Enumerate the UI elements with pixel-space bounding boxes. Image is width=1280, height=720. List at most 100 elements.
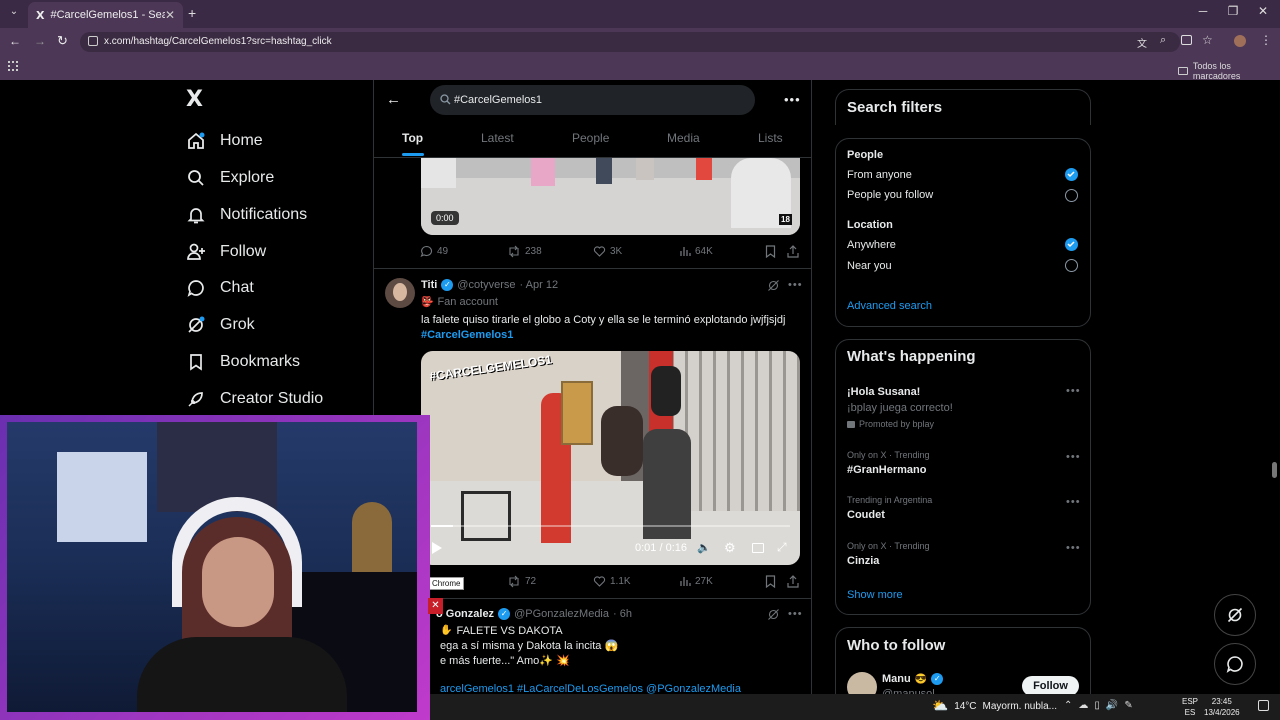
share-icon[interactable] xyxy=(787,245,799,258)
play-icon[interactable] xyxy=(432,542,442,554)
advanced-search-link[interactable]: Advanced search xyxy=(847,300,932,312)
like-button[interactable]: 1.1K xyxy=(593,575,631,588)
restore-window-button[interactable]: ❐ xyxy=(1218,4,1248,18)
messages-float-button[interactable] xyxy=(1214,643,1256,685)
hashtag-link[interactable]: #CarcelGemelos1 xyxy=(421,329,513,341)
new-tab-button[interactable]: + xyxy=(188,5,196,21)
tab-lists[interactable]: Lists xyxy=(758,131,783,145)
nav-home[interactable]: Home xyxy=(186,126,263,156)
clock[interactable]: 23:45 13/4/2026 xyxy=(1204,696,1240,718)
near-you-label[interactable]: Near you xyxy=(847,260,892,272)
tab-search-button[interactable]: ⌄ xyxy=(6,6,22,22)
back-icon[interactable]: ← xyxy=(9,34,21,48)
video-time-badge: 0:00 xyxy=(431,211,459,225)
reload-icon[interactable]: ↻ xyxy=(57,33,68,49)
apps-grid-icon[interactable] xyxy=(8,61,18,71)
bookmark-post-icon[interactable] xyxy=(765,575,776,588)
close-tab-icon[interactable]: ✕ xyxy=(165,8,175,22)
fullscreen-icon[interactable]: ⤢ xyxy=(777,540,787,555)
nav-follow[interactable]: Follow xyxy=(186,237,266,267)
nav-bookmarks[interactable]: Bookmarks xyxy=(186,347,300,377)
show-more-link[interactable]: Show more xyxy=(847,589,903,601)
views-count: 27K xyxy=(695,575,713,587)
anywhere-radio[interactable] xyxy=(1065,238,1078,251)
nav-creator-studio[interactable]: Creator Studio xyxy=(186,384,323,414)
language-indicator[interactable]: ESP ES xyxy=(1182,696,1198,718)
people-you-follow-label[interactable]: People you follow xyxy=(847,189,933,201)
post-date[interactable]: · 6h xyxy=(613,608,632,620)
close-window-button[interactable]: ✕ xyxy=(1248,4,1278,18)
author-handle[interactable]: @PGonzalezMedia xyxy=(514,608,609,620)
trend-more-icon[interactable]: ••• xyxy=(1066,385,1081,397)
minimize-window-button[interactable]: ─ xyxy=(1188,4,1218,18)
views-button[interactable]: 27K xyxy=(679,575,713,587)
volume-icon[interactable]: 🔈 xyxy=(697,541,711,554)
follow-button[interactable]: Follow xyxy=(1022,676,1079,696)
grok-post-icon[interactable] xyxy=(767,279,780,292)
repost-button[interactable]: 238 xyxy=(507,245,542,258)
forward-icon[interactable]: → xyxy=(34,34,46,48)
promoted-by: Promoted by bplay xyxy=(847,419,934,429)
from-anyone-radio[interactable] xyxy=(1065,168,1078,181)
repost-button[interactable]: 72 xyxy=(507,575,536,588)
share-icon[interactable] xyxy=(787,575,799,588)
like-button[interactable]: 3K xyxy=(593,245,622,258)
reply-button[interactable]: 49 xyxy=(420,245,448,258)
author-name[interactable]: o Gonzalez xyxy=(436,608,494,620)
nav-chat[interactable]: Chat xyxy=(186,273,254,303)
profile-avatar-icon[interactable] xyxy=(1234,35,1246,47)
nav-explore[interactable]: Explore xyxy=(186,163,274,193)
search-input[interactable]: #CarcelGemelos1 xyxy=(430,85,755,115)
author-name[interactable]: Titi xyxy=(421,279,437,291)
back-arrow-icon[interactable]: ← xyxy=(386,91,401,108)
install-app-icon[interactable] xyxy=(1181,35,1192,45)
zoom-icon[interactable]: ⌕ xyxy=(1160,34,1166,47)
trend-name[interactable]: Coudet xyxy=(847,509,885,521)
post2-video[interactable]: #CARCELGEMELOS1 xyxy=(421,351,800,565)
nav-notifications[interactable]: Notifications xyxy=(186,200,307,230)
promo-title[interactable]: ¡Hola Susana! xyxy=(847,386,920,398)
post1-video[interactable] xyxy=(421,158,800,235)
bookmark-post-icon[interactable] xyxy=(765,245,776,258)
tab-media[interactable]: Media xyxy=(667,131,700,145)
trend-name[interactable]: Cinzia xyxy=(847,555,879,567)
suggested-user[interactable]: Manu 😎 ✓ xyxy=(882,673,944,685)
browser-menu-icon[interactable]: ⋮ xyxy=(1260,33,1272,47)
more-options-icon[interactable]: ••• xyxy=(784,92,801,107)
tab-latest[interactable]: Latest xyxy=(481,131,514,145)
near-you-radio[interactable] xyxy=(1065,259,1078,272)
settings-gear-icon[interactable]: ⚙ xyxy=(724,540,736,556)
url-bar[interactable]: x.com/hashtag/CarcelGemelos1?src=hashtag… xyxy=(80,32,1180,52)
nav-grok[interactable]: Grok xyxy=(186,310,255,340)
grok-float-button[interactable] xyxy=(1214,594,1256,636)
page-scrollbar-thumb[interactable] xyxy=(1272,462,1277,478)
tab-top[interactable]: Top xyxy=(402,131,423,145)
anywhere-label[interactable]: Anywhere xyxy=(847,239,896,251)
post-date[interactable]: · Apr 12 xyxy=(520,279,559,291)
overlay-close-icon[interactable]: ✕ xyxy=(428,598,443,614)
post-more-icon[interactable]: ••• xyxy=(788,608,803,620)
notifications-tray-icon[interactable] xyxy=(1258,700,1269,711)
bookmark-star-icon[interactable]: ☆ xyxy=(1202,33,1213,47)
tray-icons[interactable]: ⌃☁▯🔊✎ xyxy=(1064,700,1139,711)
avatar[interactable] xyxy=(385,278,415,308)
browser-tab[interactable]: X #CarcelGemelos1 - Search / X ✕ xyxy=(28,2,183,28)
translate-icon[interactable]: 文 xyxy=(1137,35,1147,50)
trend-more-icon[interactable]: ••• xyxy=(1066,451,1081,463)
x-logo-icon[interactable]: X xyxy=(186,87,203,112)
post-more-icon[interactable]: ••• xyxy=(788,279,803,291)
grok-post-icon[interactable] xyxy=(767,608,780,621)
site-info-icon[interactable] xyxy=(88,36,98,46)
trend-name[interactable]: #GranHermano xyxy=(847,464,926,476)
tab-people[interactable]: People xyxy=(572,131,609,145)
pip-icon[interactable] xyxy=(752,543,764,553)
people-you-follow-radio[interactable] xyxy=(1065,189,1078,202)
weather-widget[interactable]: ⛅ 14°C Mayorm. nubla... xyxy=(932,698,1057,714)
trend-more-icon[interactable]: ••• xyxy=(1066,542,1081,554)
trend-more-icon[interactable]: ••• xyxy=(1066,496,1081,508)
from-anyone-label[interactable]: From anyone xyxy=(847,169,912,181)
author-handle[interactable]: @cotyverse xyxy=(457,279,515,291)
video-progress-track[interactable] xyxy=(431,525,790,527)
bookmarks-folder[interactable]: Todos los marcadores xyxy=(1178,61,1280,81)
views-button[interactable]: 64K xyxy=(679,245,713,257)
